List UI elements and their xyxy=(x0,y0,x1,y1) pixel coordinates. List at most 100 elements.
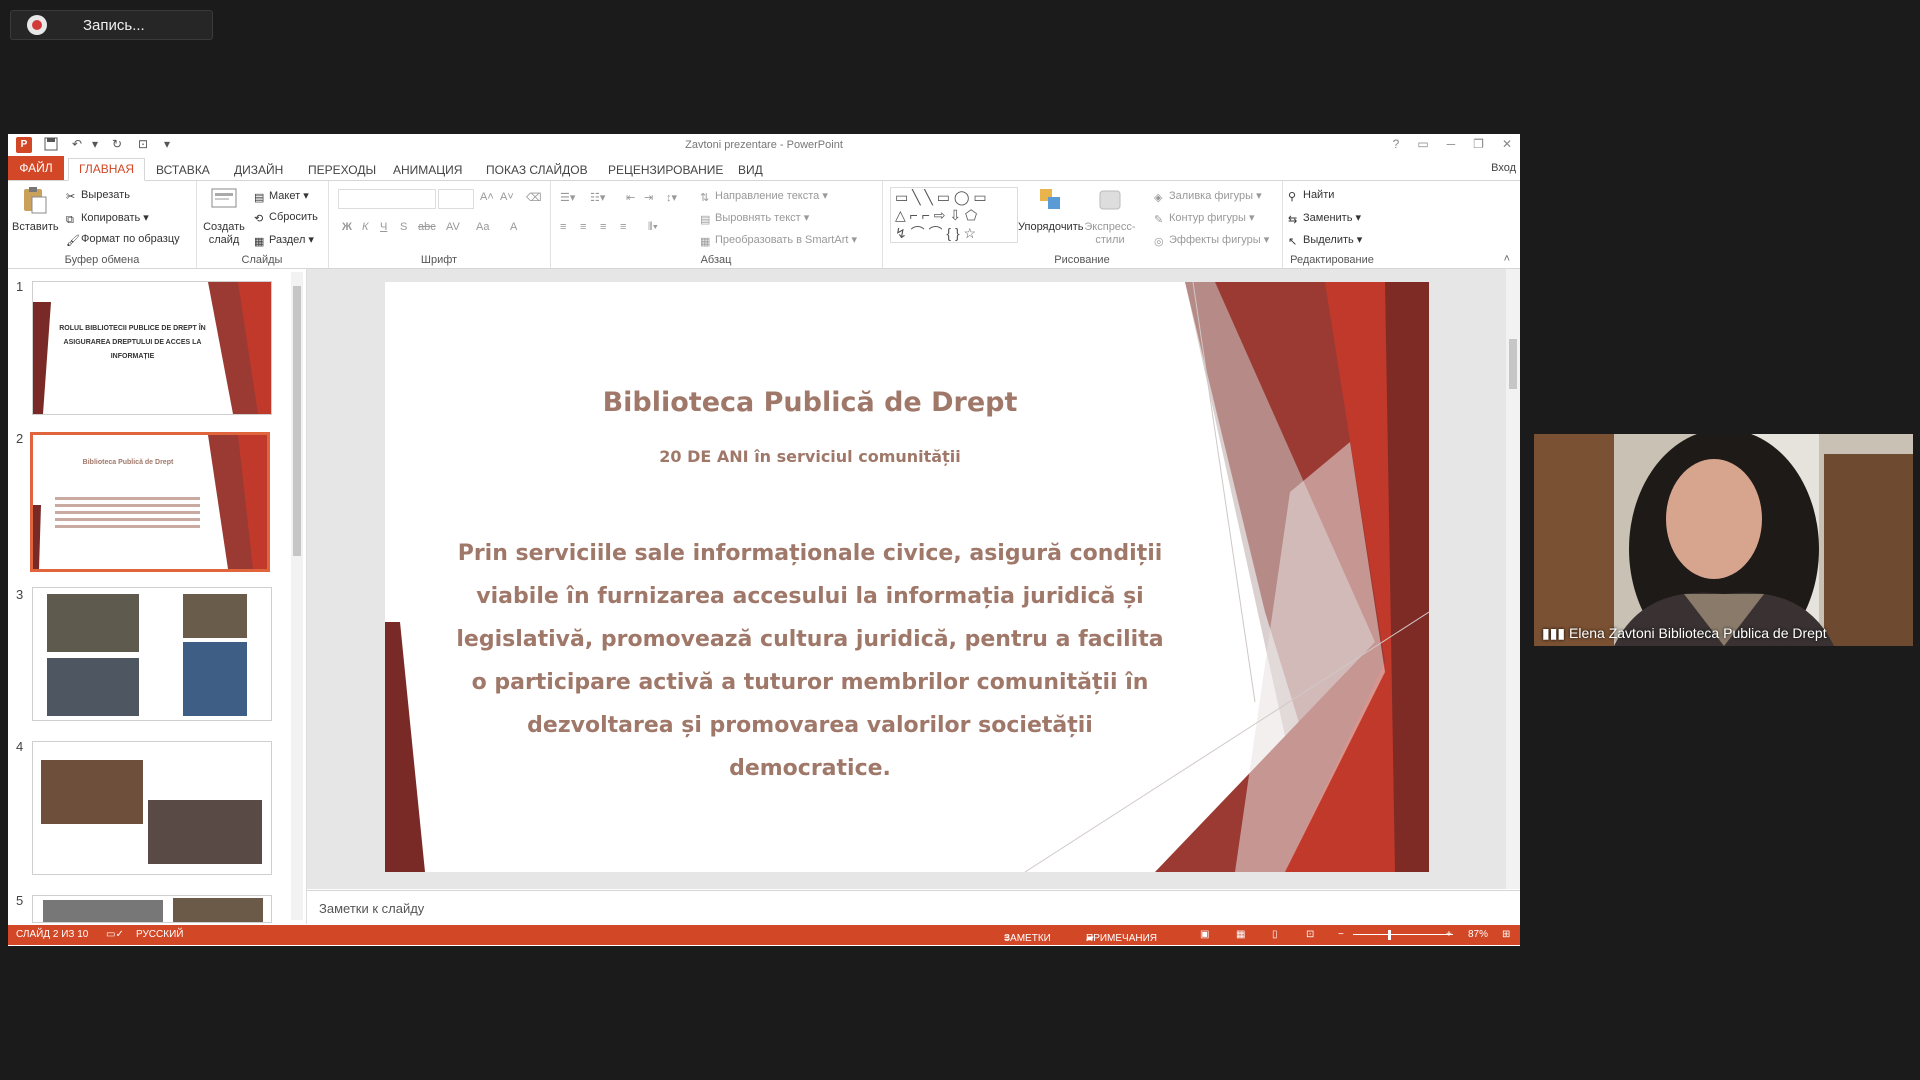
columns-icon[interactable]: ⫴▾ xyxy=(648,221,658,234)
select-button[interactable]: ↖ Выделить ▾ xyxy=(1288,233,1362,248)
slide-sorter-icon[interactable]: ▦ xyxy=(1236,929,1245,940)
thumbnail-slide-4[interactable] xyxy=(32,741,272,875)
line-spacing-icon[interactable]: ↕▾ xyxy=(666,191,677,204)
font-color-icon[interactable]: A xyxy=(510,221,517,233)
ribbon-display-icon[interactable]: ▭ xyxy=(1417,137,1428,151)
layout-button[interactable]: ▤ Макет ▾ xyxy=(254,189,309,204)
align-right-icon[interactable]: ≡ xyxy=(600,221,606,233)
tab-file[interactable]: ФАЙЛ xyxy=(8,156,64,180)
section-button[interactable]: ▦ Раздел ▾ xyxy=(254,233,314,248)
notes-placeholder: Заметки к слайду xyxy=(319,901,425,916)
underline-icon[interactable]: Ч xyxy=(380,221,387,233)
shapes-gallery[interactable]: ▭ ╲ ╲ ▭ ◯ ▭ △ ⌐ ⌐ ⇨ ⇩ ⬠ ↯ ⌒ ⌒ { } ☆ xyxy=(890,187,1018,243)
align-center-icon[interactable]: ≡ xyxy=(580,221,586,233)
minimize-icon[interactable]: ─ xyxy=(1447,137,1456,151)
language-indicator[interactable]: РУССКИЙ xyxy=(136,929,183,940)
find-button[interactable]: ⚲ Найти xyxy=(1288,189,1334,203)
text-direction-button[interactable]: ⇅ Направление текста ▾ xyxy=(700,189,828,204)
zoom-in-icon[interactable]: + xyxy=(1446,929,1452,940)
tab-animations[interactable]: АНИМАЦИЯ xyxy=(393,160,462,180)
shape-effects-button[interactable]: ◎ Эффекты фигуры ▾ xyxy=(1154,233,1269,248)
tab-slideshow[interactable]: ПОКАЗ СЛАЙДОВ xyxy=(486,160,588,180)
participant-video-tile[interactable]: ▮▮▮ Elena Zavtoni Biblioteca Publica de … xyxy=(1534,434,1913,646)
strikethrough-icon[interactable]: abc xyxy=(418,221,436,233)
copy-button[interactable]: ⧉ Копировать ▾ xyxy=(66,211,149,226)
thumbnail-number: 3 xyxy=(16,587,24,602)
help-icon[interactable]: ? xyxy=(1393,137,1400,151)
group-paragraph: ☰▾ ☷▾ ⇤ ⇥ ↕▾ ≡ ≡ ≡ ≡ ⫴▾ ⇅ Направление тек… xyxy=(550,181,883,268)
recording-indicator[interactable]: Запись... xyxy=(10,10,213,40)
format-painter-button[interactable]: 🖌Формат по образцу xyxy=(66,233,180,247)
shape-outline-button[interactable]: ✎ Контур фигуры ▾ xyxy=(1154,211,1255,226)
cursor-icon: ↖ xyxy=(1288,236,1298,248)
shadow-icon[interactable]: S xyxy=(400,221,407,233)
reading-view-icon[interactable]: ▯ xyxy=(1272,929,1278,940)
shape-fill-button[interactable]: ◈ Заливка фигуры ▾ xyxy=(1154,189,1262,204)
restore-icon[interactable]: ❐ xyxy=(1473,137,1484,151)
zoom-slider-thumb[interactable] xyxy=(1388,930,1391,940)
brush-icon: 🖌 xyxy=(66,235,80,247)
tab-review[interactable]: РЕЦЕНЗИРОВАНИЕ xyxy=(608,160,723,180)
layout-icon: ▤ xyxy=(254,192,265,204)
numbering-icon[interactable]: ☷▾ xyxy=(590,191,605,204)
thumbnail-number: 4 xyxy=(16,739,24,754)
collapse-ribbon-icon[interactable]: ˄ xyxy=(1504,253,1510,265)
font-size-increase-icon[interactable]: A˄ xyxy=(480,191,494,203)
tab-design[interactable]: ДИЗАЙН xyxy=(234,160,283,180)
new-slide-button[interactable]: Создать слайд xyxy=(202,185,246,247)
group-clipboard: Вставить ✂ Вырезать ⧉ Копировать ▾ 🖌Формат… xyxy=(8,181,197,268)
cut-button[interactable]: ✂ Вырезать xyxy=(66,189,130,203)
normal-view-icon[interactable]: ▣ xyxy=(1200,929,1209,940)
clear-format-icon[interactable]: ⌫ xyxy=(526,191,542,204)
font-size-decrease-icon[interactable]: A˅ xyxy=(500,191,514,203)
arrange-button[interactable]: Упорядочить xyxy=(1018,185,1083,234)
slide-body-text[interactable]: Prin serviciile sale informaționale civi… xyxy=(455,532,1165,790)
thumbnails-scrollbar[interactable] xyxy=(291,272,303,920)
current-slide[interactable]: Biblioteca Publică de Drept 20 DE ANI în… xyxy=(385,282,1429,872)
zoom-level[interactable]: 87% xyxy=(1468,929,1488,940)
justify-icon[interactable]: ≡ xyxy=(620,221,626,233)
new-slide-icon xyxy=(211,188,237,208)
zoom-out-icon[interactable]: − xyxy=(1338,929,1344,940)
zoom-slider[interactable] xyxy=(1353,934,1453,935)
tab-transitions[interactable]: ПЕРЕХОДЫ xyxy=(308,160,376,180)
font-family-select[interactable] xyxy=(338,189,436,209)
spellcheck-icon[interactable]: ▭✓ xyxy=(106,929,124,940)
quick-styles-button[interactable]: Экспресс-стили xyxy=(1082,185,1138,247)
slide-scrollbar[interactable] xyxy=(1506,269,1520,889)
convert-smartart-button[interactable]: ▦ Преобразовать в SmartArt ▾ xyxy=(700,233,857,248)
char-spacing-icon[interactable]: AV xyxy=(446,221,460,233)
tab-home[interactable]: ГЛАВНАЯ xyxy=(68,158,146,181)
quick-styles-icon xyxy=(1099,190,1121,210)
thumbnail-slide-5[interactable] xyxy=(32,895,272,923)
tab-insert[interactable]: ВСТАВКА xyxy=(156,160,210,180)
align-text-button[interactable]: ▤ Выровнять текст ▾ xyxy=(700,211,809,226)
font-size-select[interactable] xyxy=(438,189,474,209)
sign-in-link[interactable]: Вход xyxy=(1491,162,1516,174)
bullets-icon[interactable]: ☰▾ xyxy=(560,191,575,204)
slide-title[interactable]: Biblioteca Publică de Drept xyxy=(385,387,1235,418)
increase-indent-icon[interactable]: ⇥ xyxy=(644,191,653,204)
thumbnail-number: 5 xyxy=(16,893,24,908)
paste-button[interactable]: Вставить xyxy=(12,185,59,234)
close-icon[interactable]: ✕ xyxy=(1502,137,1512,151)
tab-view[interactable]: ВИД xyxy=(738,160,763,180)
notes-pane[interactable]: Заметки к слайду xyxy=(307,890,1520,925)
replace-button[interactable]: ⇆ Заменить ▾ xyxy=(1288,211,1361,226)
reset-button[interactable]: ⟲ Сбросить xyxy=(254,211,318,225)
decrease-indent-icon[interactable]: ⇤ xyxy=(626,191,635,204)
bold-icon[interactable]: Ж xyxy=(342,221,352,233)
thumbnail-slide-2[interactable]: Biblioteca Publică de Drept xyxy=(30,432,270,572)
slide-subtitle[interactable]: 20 DE ANI în serviciul comunității xyxy=(385,447,1235,466)
italic-icon[interactable]: К xyxy=(362,221,368,233)
slideshow-view-icon[interactable]: ⊡ xyxy=(1306,929,1314,940)
slide-counter[interactable]: СЛАЙД 2 ИЗ 10 xyxy=(16,929,88,940)
fit-to-window-icon[interactable]: ⊞ xyxy=(1502,929,1510,940)
group-label: Шрифт xyxy=(420,254,458,266)
group-label: Редактирование xyxy=(1290,254,1374,266)
align-left-icon[interactable]: ≡ xyxy=(560,221,566,233)
change-case-icon[interactable]: Aa xyxy=(476,221,489,233)
group-editing: ⚲ Найти ⇆ Заменить ▾ ↖ Выделить ▾ Редактиро… xyxy=(1282,181,1382,268)
thumbnail-slide-1[interactable]: ROLUL BIBLIOTECII PUBLICE DE DREPT ÎN AS… xyxy=(32,281,272,415)
thumbnail-slide-3[interactable] xyxy=(32,587,272,721)
